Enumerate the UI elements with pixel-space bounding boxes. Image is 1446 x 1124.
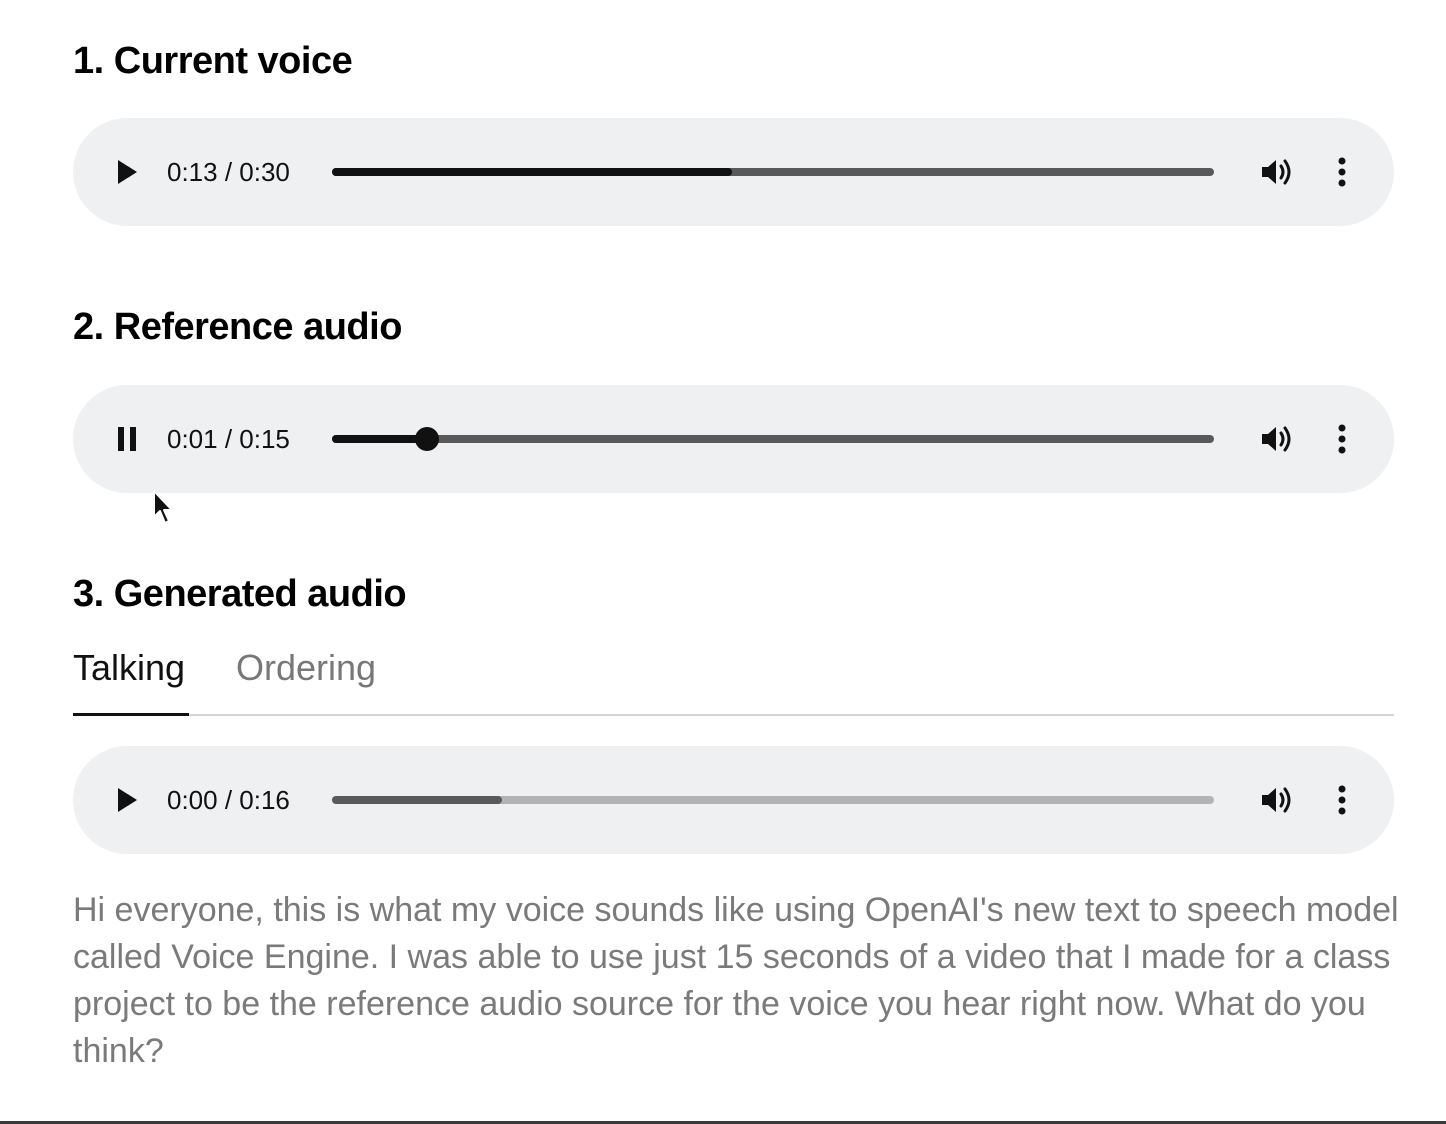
audio-player-current-voice: 0:13 / 0:30 bbox=[73, 118, 1394, 226]
generated-audio-tabs: Talking Ordering bbox=[73, 640, 1394, 716]
pause-button[interactable] bbox=[111, 423, 143, 455]
seek-bar-thumb[interactable] bbox=[415, 427, 440, 451]
section-title-reference-audio: 2. Reference audio bbox=[73, 306, 402, 348]
more-options-icon bbox=[1338, 157, 1346, 187]
time-display: 0:13 / 0:30 bbox=[167, 157, 290, 187]
more-options-button[interactable] bbox=[1327, 782, 1357, 818]
seek-bar-buffered bbox=[332, 435, 1214, 443]
audio-player-generated-audio: 0:00 / 0:16 bbox=[73, 746, 1394, 854]
audio-player-reference-audio: 0:01 / 0:15 bbox=[73, 385, 1394, 493]
play-icon bbox=[118, 788, 137, 812]
active-tab-indicator bbox=[73, 713, 189, 716]
play-button[interactable] bbox=[111, 156, 143, 188]
tab-talking[interactable]: Talking bbox=[73, 646, 185, 690]
section-title-current-voice: 1. Current voice bbox=[73, 40, 353, 82]
pause-icon bbox=[118, 427, 136, 451]
volume-icon bbox=[1262, 787, 1291, 813]
volume-button[interactable] bbox=[1259, 421, 1295, 457]
volume-icon bbox=[1262, 426, 1291, 452]
seek-bar-played bbox=[332, 435, 428, 443]
section-title-generated-audio: 3. Generated audio bbox=[73, 573, 407, 615]
mouse-cursor-icon bbox=[153, 490, 173, 524]
more-options-icon bbox=[1338, 785, 1346, 815]
volume-button[interactable] bbox=[1259, 782, 1295, 818]
transcript-text: Hi everyone, this is what my voice sound… bbox=[73, 891, 1399, 1070]
play-icon bbox=[118, 160, 137, 184]
seek-bar[interactable] bbox=[332, 796, 1214, 804]
more-options-button[interactable] bbox=[1327, 154, 1357, 190]
tab-ordering[interactable]: Ordering bbox=[236, 646, 376, 690]
seek-bar-played bbox=[332, 168, 732, 176]
volume-icon bbox=[1262, 159, 1291, 185]
play-button[interactable] bbox=[111, 784, 143, 816]
seek-bar-buffered bbox=[332, 796, 503, 804]
time-display: 0:00 / 0:16 bbox=[167, 785, 290, 815]
seek-bar[interactable] bbox=[332, 427, 1214, 451]
seek-bar[interactable] bbox=[332, 168, 1214, 176]
more-options-icon bbox=[1338, 424, 1346, 454]
more-options-button[interactable] bbox=[1327, 421, 1357, 457]
time-display: 0:01 / 0:15 bbox=[167, 424, 290, 454]
volume-button[interactable] bbox=[1259, 154, 1295, 190]
